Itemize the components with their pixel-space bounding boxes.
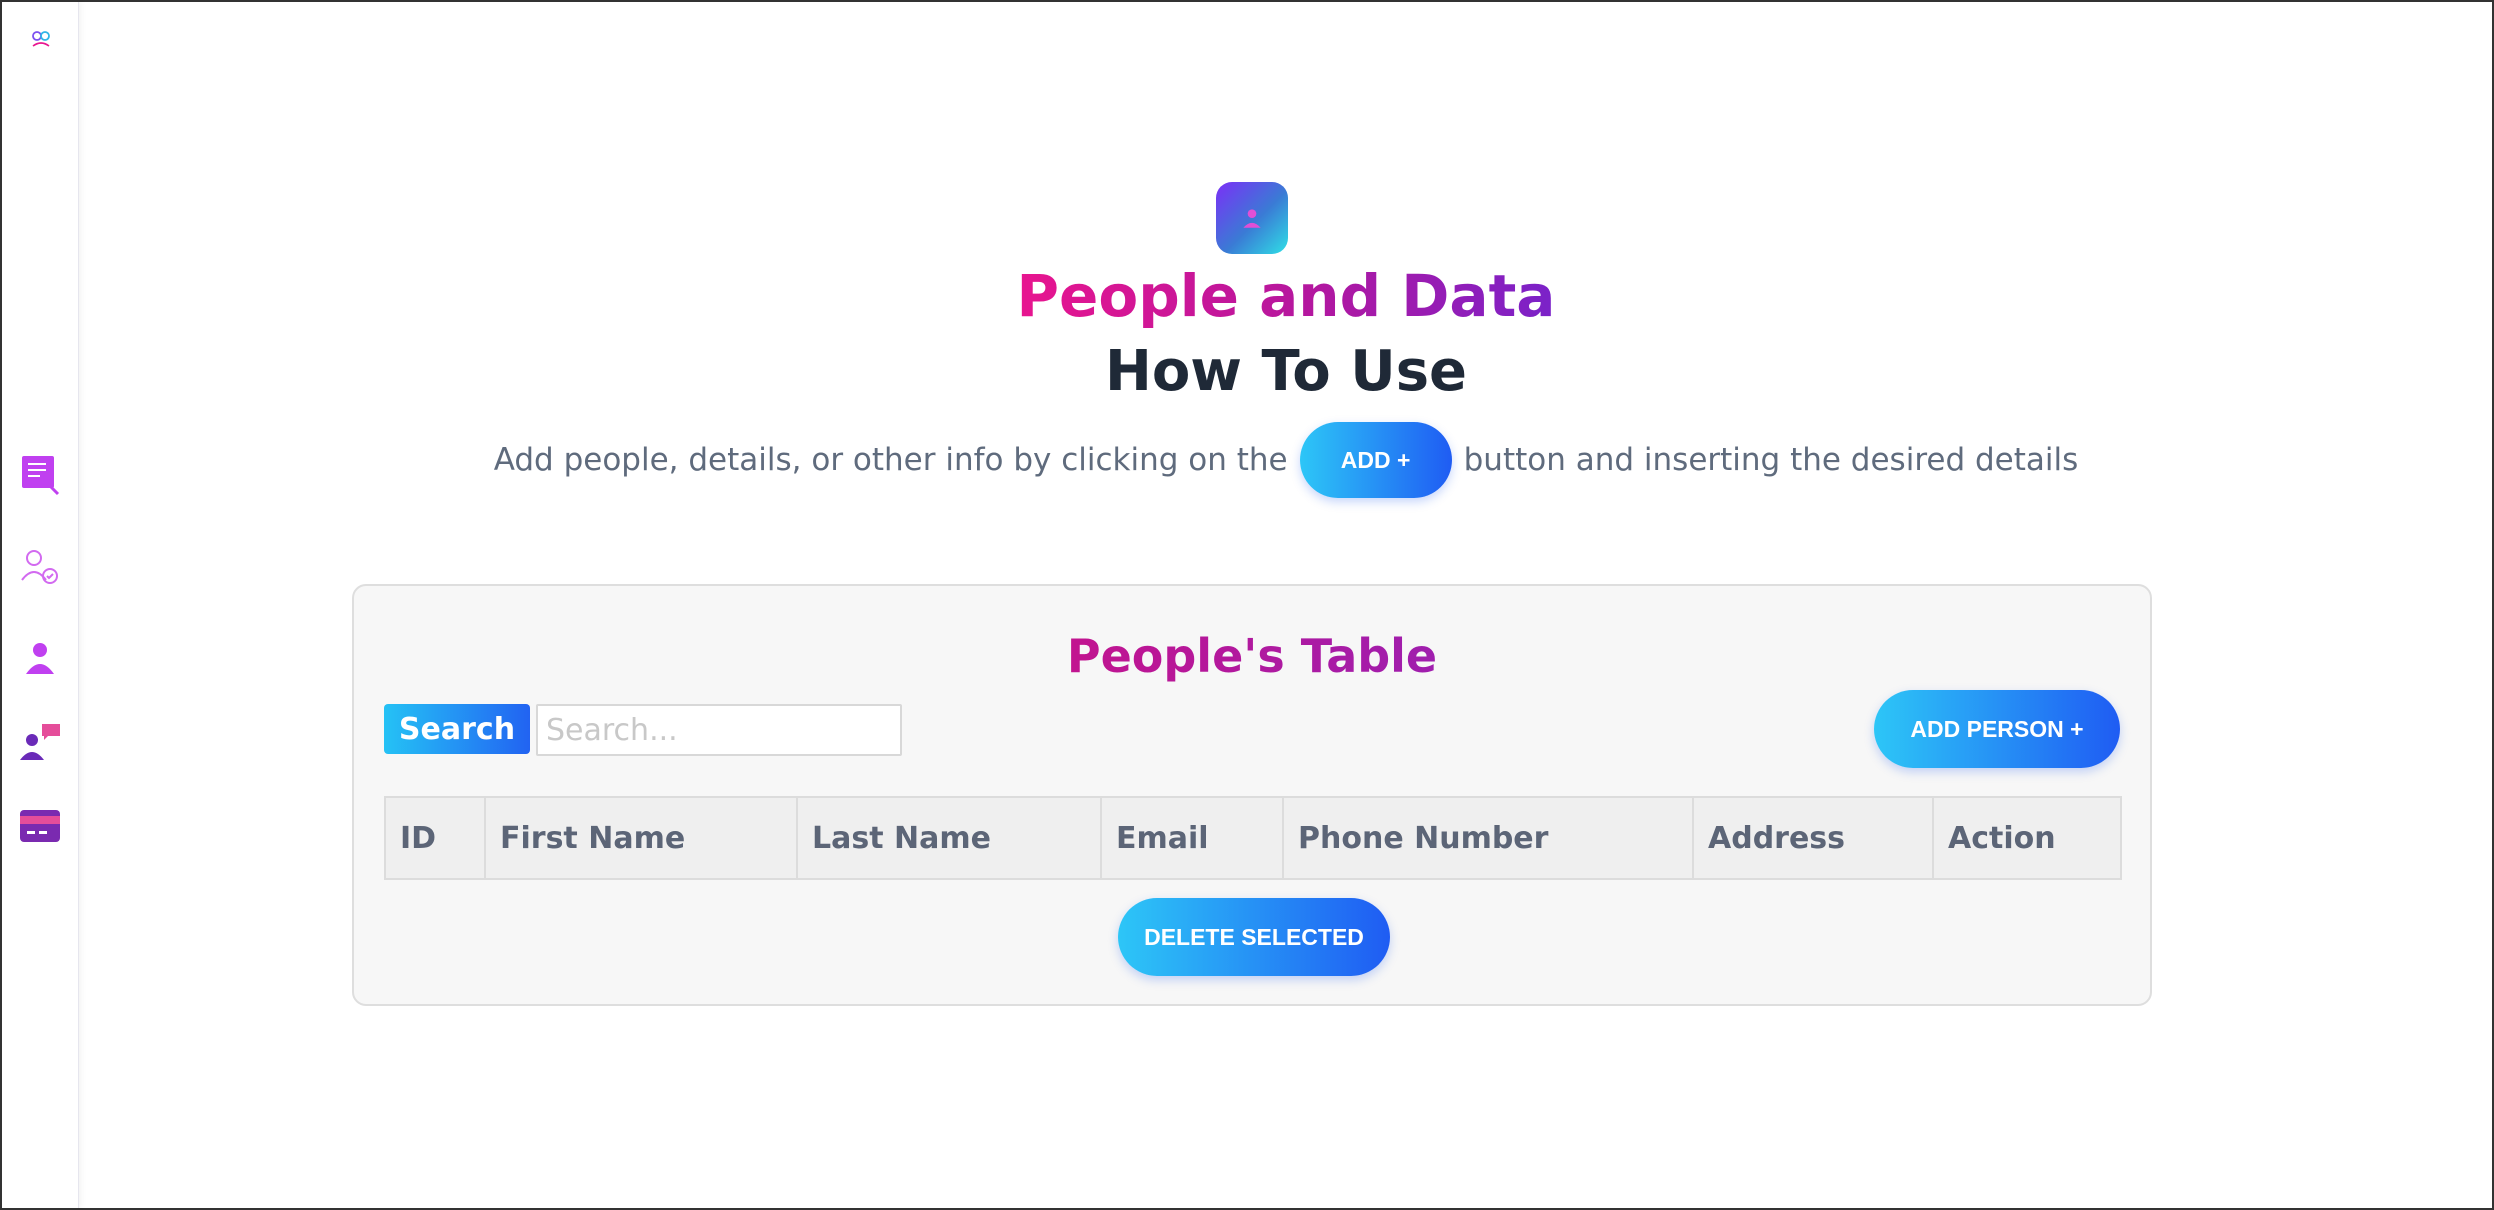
sidebar-item-billing[interactable] bbox=[16, 802, 64, 850]
column-header-id[interactable]: ID bbox=[384, 796, 486, 880]
people-table-card: People's Table Search ADD PERSON + ID Fi… bbox=[352, 584, 2152, 1006]
page-title: People and Data bbox=[1016, 262, 1556, 330]
column-header-email[interactable]: Email bbox=[1100, 796, 1284, 880]
sidebar bbox=[2, 2, 79, 1208]
document-edit-icon bbox=[22, 456, 60, 496]
column-header-last-name[interactable]: Last Name bbox=[796, 796, 1102, 880]
people-icon bbox=[1216, 182, 1288, 254]
table-title: People's Table bbox=[1066, 629, 1438, 683]
sidebar-item-person[interactable] bbox=[16, 634, 64, 682]
column-header-first-name[interactable]: First Name bbox=[484, 796, 798, 880]
search-input[interactable] bbox=[536, 704, 902, 756]
person-icon bbox=[26, 643, 54, 674]
instructions: Add people, details, or other info by cl… bbox=[80, 422, 2492, 498]
instructions-text-before: Add people, details, or other info by cl… bbox=[493, 442, 1288, 478]
sidebar-item-documents[interactable] bbox=[16, 450, 64, 498]
column-header-action[interactable]: Action bbox=[1932, 796, 2122, 880]
table-header-row: ID First Name Last Name Email Phone Numb… bbox=[384, 796, 2122, 880]
team-users-icon bbox=[21, 550, 58, 584]
add-button[interactable]: ADD + bbox=[1299, 422, 1452, 498]
search-button[interactable]: Search bbox=[384, 704, 530, 754]
people-table: ID First Name Last Name Email Phone Numb… bbox=[384, 796, 2122, 880]
add-person-button[interactable]: ADD PERSON + bbox=[1874, 690, 2120, 768]
delete-selected-button[interactable]: DELETE SELECTED bbox=[1118, 898, 1390, 976]
column-header-address[interactable]: Address bbox=[1692, 796, 1934, 880]
sidebar-item-messages[interactable] bbox=[16, 718, 64, 766]
sidebar-item-team[interactable] bbox=[16, 542, 64, 590]
column-header-phone-number[interactable]: Phone Number bbox=[1282, 796, 1694, 880]
page-subtitle: How To Use bbox=[1104, 339, 1468, 404]
instructions-text-after: button and inserting the desired details bbox=[1463, 442, 2079, 478]
person-chat-icon bbox=[20, 724, 60, 760]
card-icon bbox=[20, 810, 60, 842]
main-content: People and Data How To Use Add people, d… bbox=[80, 2, 2492, 1208]
app-logo-icon[interactable] bbox=[28, 26, 54, 52]
